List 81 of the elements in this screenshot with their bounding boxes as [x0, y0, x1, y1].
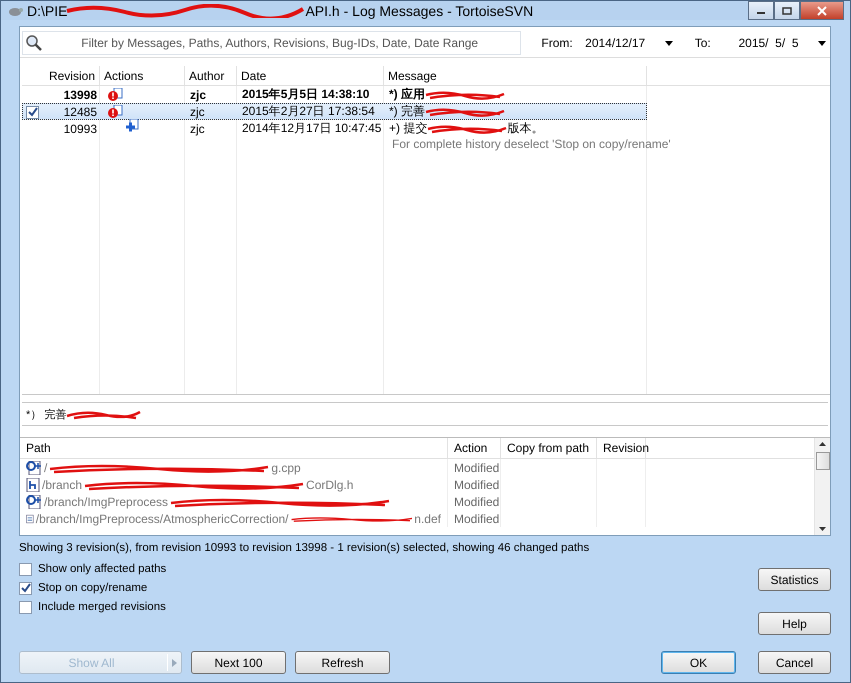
path-text: /branch/ImgPreprocess [44, 494, 168, 508]
revision-number: 12485 [64, 104, 97, 118]
path-text: g.cpp [271, 460, 301, 474]
column-header[interactable]: Actions [100, 66, 185, 85]
search-icon [25, 34, 43, 52]
column-header[interactable]: Date [237, 66, 384, 85]
action-text: Modified [448, 476, 501, 493]
message-text: 版本。 [507, 120, 544, 137]
column-header[interactable]: Message [384, 66, 647, 85]
author-text: zjc [189, 104, 206, 118]
dialog-button[interactable]: Next 100 [191, 651, 286, 674]
message-field[interactable]: *） 完善 [22, 402, 828, 426]
revision-row[interactable]: 10993 zjc 2014年12月17日 10:47:45 +) 提交 版本。 [22, 120, 647, 137]
cancel-button[interactable]: Cancel [758, 651, 831, 674]
message-text: *) 完善 [389, 103, 425, 120]
author-text: zjc [189, 122, 206, 136]
scroll-up-arrow-icon [819, 442, 826, 446]
column-header[interactable]: Revision [597, 438, 646, 458]
column-header[interactable]: Author [185, 66, 237, 85]
path-text: / [44, 460, 48, 474]
cpp-file-icon [26, 460, 42, 474]
author-text: zjc [189, 88, 208, 102]
maximize-button[interactable] [774, 1, 800, 20]
status-text: Showing 3 revision(s), from revision 10993 to revision 13998 - 1 revision(s) selected, showing 46 changed paths [19, 542, 590, 556]
date-text: 2015年2月27日 17:38:54 [241, 103, 376, 120]
window-title: D:\PIE API.h - Log Messages - TortoiseSVN [27, 2, 534, 18]
checkmark-icon [28, 107, 38, 117]
column-header[interactable]: Copy from path [501, 438, 597, 458]
maximize-icon [782, 6, 792, 14]
header-file-icon [26, 478, 40, 492]
minimize-button[interactable] [748, 1, 774, 20]
help-button[interactable]: Help [758, 612, 831, 635]
statistics-button[interactable]: Statistics [758, 568, 831, 591]
date-text: 2014年12月17日 10:47:45 [241, 120, 382, 137]
from-label: From: [541, 36, 574, 50]
message-text: *） 完善 [26, 408, 66, 422]
to-label: To: [694, 36, 712, 50]
row-checkbox[interactable] [26, 106, 39, 118]
to-date-field[interactable]: 2015/ 5/ 5 [736, 33, 828, 53]
action-text: Modified [448, 510, 501, 527]
modified-icon [108, 88, 124, 102]
dropdown-arrow-icon [172, 658, 177, 666]
date-text: 2015年5月5日 14:38:10 [241, 86, 370, 103]
scroll-thumb[interactable] [816, 452, 830, 470]
revision-row[interactable]: 12485 zjc 2015年2月27日 17:38:54 *) 完善 [22, 103, 647, 120]
column-header[interactable]: Action [448, 438, 501, 458]
dialog-button[interactable]: Refresh [295, 651, 390, 674]
cpp-file-icon [26, 494, 42, 508]
dropdown-arrow-icon [818, 40, 826, 46]
column-header[interactable]: Path [20, 438, 448, 458]
revision-number: 13998 [64, 88, 97, 102]
close-icon [816, 6, 828, 16]
dropdown-arrow-icon [664, 40, 673, 46]
checkmark-icon [20, 583, 30, 593]
path-row[interactable]: /branch CorDlg.h Modified [20, 476, 814, 493]
option-checkbox[interactable]: Show only affected paths [19, 562, 166, 576]
history-note: For complete history deselect 'Stop on copy/rename' [391, 137, 672, 153]
from-date-field[interactable]: 2014/12/17 [583, 33, 675, 53]
path-text: /branch/ImgPreprocess/AtmosphericCorrection/ [36, 512, 289, 526]
scrollbar[interactable] [814, 438, 830, 535]
action-text: Modified [448, 493, 501, 510]
revision-row[interactable]: 13998 zjc 2015年5月5日 14:38:10 *) 应用 [22, 86, 647, 103]
revision-number: 10993 [64, 122, 97, 136]
option-checkbox[interactable]: Include merged revisions [19, 600, 166, 614]
action-text: Modified [448, 459, 501, 476]
option-checkbox[interactable]: Stop on copy/rename [19, 581, 166, 595]
message-text: +) 提交 [389, 120, 428, 137]
path-text: n.def [414, 512, 441, 526]
path-text: /branch [42, 478, 82, 492]
modified-icon [108, 104, 124, 118]
path-row[interactable]: /branch/ImgPreprocess/AtmosphericCorrection/ n.def Modified [20, 510, 814, 527]
path-row[interactable]: / g.cpp Modified [20, 459, 814, 476]
close-button[interactable] [800, 1, 844, 20]
column-header[interactable]: Revision [22, 66, 100, 85]
path-row[interactable]: /branch/ImgPreprocess Modified [20, 493, 814, 510]
filter-field[interactable]: Filter by Messages, Paths, Authors, Revisions, Bug-IDs, Date, Date Range [22, 31, 522, 55]
add-icon [125, 118, 139, 132]
ok-button[interactable]: OK [661, 651, 736, 674]
message-text: *) 应用 [389, 86, 425, 103]
scroll-down-arrow-icon [819, 527, 826, 531]
path-text: CorDlg.h [306, 478, 354, 492]
